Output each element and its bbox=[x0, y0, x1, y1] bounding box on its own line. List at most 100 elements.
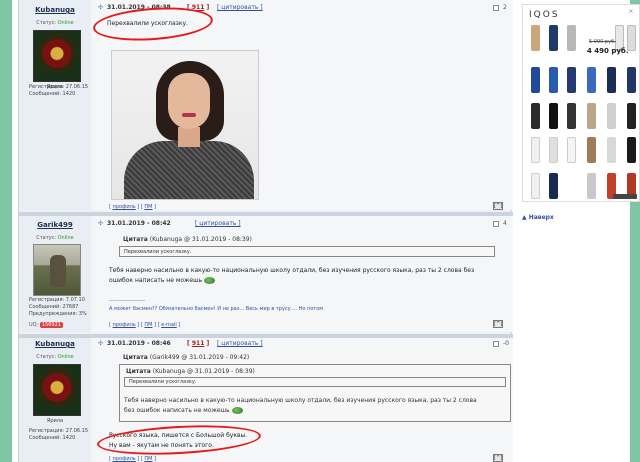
device-icon bbox=[531, 173, 540, 199]
post-number[interactable]: [ 911 ] bbox=[187, 338, 209, 350]
device-icon bbox=[567, 103, 576, 129]
device-icon bbox=[587, 173, 596, 199]
device-icon bbox=[549, 67, 558, 93]
post-author-column: Kubanuga Статус: Online Ярила Регистраци… bbox=[19, 338, 91, 462]
photo-lips bbox=[182, 113, 196, 117]
ad-banner[interactable]: IQOS × 5 990 руб. 4 490 руб. bbox=[522, 4, 640, 202]
close-icon[interactable]: × bbox=[627, 8, 635, 16]
device-icon bbox=[627, 67, 636, 93]
pin-icon: ✣ bbox=[98, 4, 104, 11]
select-checkbox[interactable] bbox=[493, 221, 499, 227]
quote-text-line-1: Тебя наверно насильно в какую-то национа… bbox=[124, 397, 477, 404]
signature: А может басмен?? Обязательно басмен! И н… bbox=[109, 306, 324, 312]
quote-box: Перехвалили ускоглазку. bbox=[119, 246, 495, 257]
message-count: Сообщений: 27687 bbox=[29, 304, 79, 310]
post-date: 31.01.2019 - 08:46 bbox=[107, 340, 171, 347]
photo-jacket bbox=[124, 141, 254, 199]
quote-text-line-2: без ошибок написать не можешь bbox=[124, 407, 243, 414]
post-links: [ профиль ] [ ПМ ] bbox=[109, 204, 157, 210]
forum-thread: Kubanuga Статус: Online Ярила Регистраци… bbox=[18, 0, 513, 462]
pm-link[interactable]: ПМ bbox=[144, 456, 152, 462]
device-icon bbox=[607, 137, 616, 163]
author-status: Статус: Online bbox=[36, 235, 74, 241]
device-icon bbox=[567, 67, 576, 93]
post-header: ✣ 31.01.2019 - 08:46 [ 911 ] [ цитироват… bbox=[91, 338, 513, 350]
ad-label bbox=[613, 194, 637, 199]
quote-box: Цитата (Kubanuga @ 31.01.2019 - 08:39) П… bbox=[119, 364, 511, 422]
post-text-line-1: Тебя наверно насильно в какую-то национа… bbox=[109, 267, 475, 274]
quote-text: Перехвалили ускоглазку. bbox=[124, 249, 192, 255]
page: Kubanuga Статус: Online Ярила Регистраци… bbox=[12, 0, 640, 462]
warnings: Предупреждения: 3% bbox=[29, 311, 87, 317]
email-link[interactable]: e-mail bbox=[161, 322, 177, 328]
old-price: 5 990 руб. bbox=[589, 39, 616, 45]
pm-link[interactable]: ПМ bbox=[144, 322, 152, 328]
avatar bbox=[33, 364, 81, 416]
rating-count: 2 bbox=[503, 4, 507, 11]
message-count: Сообщений: 1420 bbox=[29, 91, 76, 97]
price: 4 490 руб. bbox=[587, 47, 629, 55]
inner-quote-header: Цитата (Kubanuga @ 31.01.2019 - 08:39) bbox=[126, 368, 255, 375]
profile-link[interactable]: профиль bbox=[113, 322, 136, 328]
author-stats: Регистрация: 7.07.10 Сообщений: 27687 Пр… bbox=[29, 297, 91, 318]
signature-divider: -------------------- bbox=[109, 298, 146, 304]
back-to-top-link[interactable]: ▲ Наверх bbox=[522, 214, 554, 221]
device-icon bbox=[531, 67, 540, 93]
post-1: Kubanuga Статус: Online Ярила Регистраци… bbox=[19, 0, 513, 210]
quote-link[interactable]: [ цитировать ] bbox=[195, 218, 241, 230]
author-name[interactable]: Kubanuga bbox=[19, 6, 91, 14]
post-photo bbox=[111, 50, 259, 200]
reg-date: Регистрация: 27.06.15 bbox=[29, 428, 89, 434]
device-icon bbox=[549, 103, 558, 129]
device-icon bbox=[531, 25, 540, 51]
profile-link[interactable]: профиль bbox=[113, 456, 136, 462]
message-count: Сообщений: 1420 bbox=[29, 435, 76, 441]
scroll-up-button[interactable]: [^] bbox=[493, 454, 503, 462]
smile-icon bbox=[204, 277, 216, 284]
avatar bbox=[33, 30, 81, 82]
post-links: [ профиль ] [ ПМ ] [ e-mail ] bbox=[109, 322, 181, 328]
quote-link[interactable]: [ цитировать ] bbox=[217, 2, 263, 14]
author-status: Статус: Online bbox=[36, 354, 74, 360]
device-icon bbox=[587, 103, 596, 129]
quote-link[interactable]: [ цитировать ] bbox=[217, 338, 263, 350]
reg-date: Регистрация: 7.07.10 bbox=[29, 297, 85, 303]
avatar bbox=[33, 244, 81, 296]
author-name[interactable]: Garik499 bbox=[19, 221, 91, 229]
select-checkbox[interactable] bbox=[493, 341, 499, 347]
author-stats: Регистрация: 27.06.15 Сообщений: 1420 bbox=[29, 428, 91, 442]
uq-rating: UQ: 156921 bbox=[29, 322, 63, 328]
select-checkbox[interactable] bbox=[493, 5, 499, 11]
quote-header: Цитата (Kubanuga @ 31.01.2019 - 08:39) bbox=[123, 236, 252, 243]
photo-face bbox=[168, 73, 210, 129]
device-icon bbox=[549, 173, 558, 199]
reg-date: Регистрация: 27.06.15 bbox=[29, 84, 89, 90]
device-icon bbox=[627, 103, 636, 129]
inner-quote-text: Перехвалили ускоглазку. bbox=[129, 379, 197, 385]
post-author-column: Kubanuga Статус: Online Ярила Регистраци… bbox=[19, 0, 91, 210]
pin-icon: ✣ bbox=[98, 340, 104, 347]
scroll-up-button[interactable]: [^] bbox=[493, 202, 503, 210]
avatar-caption: Ярила bbox=[46, 418, 64, 424]
post-author-column: Garik499 Статус: Online Регистрация: 7.0… bbox=[19, 216, 91, 332]
scroll-up-button[interactable]: [^] bbox=[493, 320, 503, 328]
post-2: Garik499 Статус: Online Регистрация: 7.0… bbox=[19, 216, 513, 332]
post-3: Kubanuga Статус: Online Ярила Регистраци… bbox=[19, 338, 513, 462]
quote-header: Цитата (Garik499 @ 31.01.2019 - 09:42) bbox=[123, 354, 250, 361]
pin-icon: ✣ bbox=[98, 220, 104, 227]
author-stats: Регистрация: 27.06.15 Сообщений: 1420 bbox=[29, 84, 91, 98]
device-icon bbox=[549, 137, 558, 163]
device-icon bbox=[607, 67, 616, 93]
post-text-line-2: ошибок написать не можешь bbox=[109, 276, 216, 286]
author-status: Статус: Online bbox=[36, 20, 74, 26]
author-name[interactable]: Kubanuga bbox=[19, 340, 91, 348]
post-header: ✣ 31.01.2019 - 08:42 [ цитировать ] 4 bbox=[91, 218, 513, 230]
device-icon bbox=[567, 137, 576, 163]
device-icon bbox=[549, 25, 558, 51]
photo-neck bbox=[178, 127, 200, 147]
pm-link[interactable]: ПМ bbox=[144, 204, 152, 210]
device-icon bbox=[627, 137, 636, 163]
profile-link[interactable]: профиль bbox=[113, 204, 136, 210]
post-links: [ профиль ] [ ПМ ] bbox=[109, 456, 157, 462]
device-icon bbox=[607, 103, 616, 129]
